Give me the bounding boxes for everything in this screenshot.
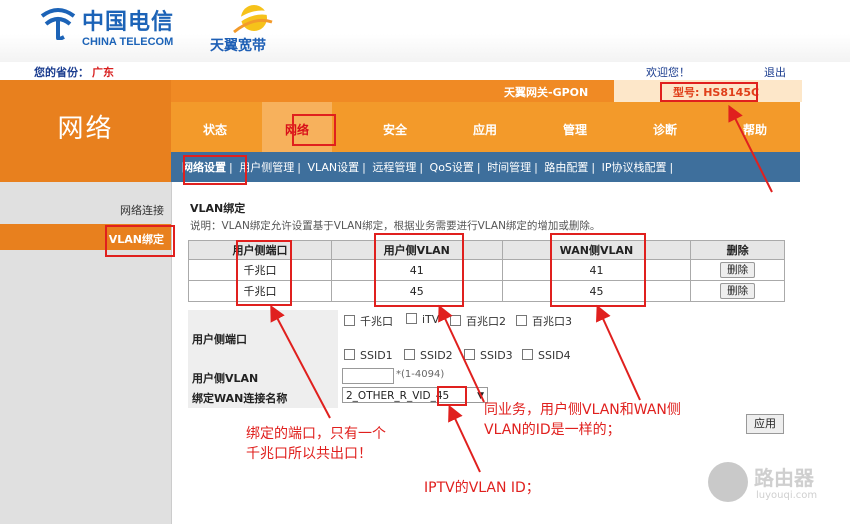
cell-delete: 删除 bbox=[690, 280, 785, 302]
checkbox-box[interactable] bbox=[404, 349, 415, 360]
nav-security[interactable]: 安全 bbox=[360, 102, 430, 152]
delete-button[interactable]: 删除 bbox=[720, 262, 756, 278]
nav-management[interactable]: 管理 bbox=[540, 102, 610, 152]
page-description: 说明：VLAN绑定允许设置基于VLAN绑定，根据业务需要进行VLAN绑定的增加或… bbox=[190, 220, 601, 232]
logo-chinese-text: 中国电信 bbox=[82, 10, 175, 35]
checkbox-box[interactable] bbox=[344, 315, 355, 326]
logo-english-text: CHINA TELECOM bbox=[82, 36, 174, 48]
header-delete: 删除 bbox=[690, 240, 785, 260]
gateway-name: 天翼网关-GPON bbox=[504, 86, 589, 99]
sub-nav: 网络设置 | 用户侧管理 | VLAN设置 | 远程管理 | QoS设置 | 时间管理 | … bbox=[182, 161, 674, 174]
annotation-box-user-vlan-column bbox=[374, 233, 464, 307]
subnav-qos[interactable]: QoS设置 bbox=[430, 161, 474, 174]
watermark-text: 路由器 bbox=[754, 466, 814, 490]
logout-link[interactable]: 退出 bbox=[764, 64, 786, 80]
checkbox-ssid3[interactable]: SSID3 bbox=[464, 349, 513, 362]
annotation-box-nav-network bbox=[292, 114, 336, 146]
annotation-vlan-note-2: VLAN的ID是一样的； bbox=[484, 422, 621, 438]
checkbox-fe2[interactable]: 百兆口2 bbox=[450, 313, 506, 329]
nav-status[interactable]: 状态 bbox=[180, 102, 250, 152]
left-menu-network-connection[interactable]: 网络连接 bbox=[0, 202, 164, 218]
tianyi-brand-text: 天翼宽带 bbox=[210, 38, 266, 54]
wan-connection-label: 绑定WAN连接名称 bbox=[192, 392, 288, 405]
annotation-port-note-2: 千兆口所以共出口！ bbox=[246, 446, 372, 462]
province-label: 您的省份： bbox=[34, 66, 89, 79]
subnav-route[interactable]: 路由配置 bbox=[544, 161, 588, 174]
subnav-remote[interactable]: 远程管理 bbox=[372, 161, 416, 174]
user-vlan-label: 用户侧VLAN bbox=[192, 372, 259, 385]
checkbox-box[interactable] bbox=[406, 313, 417, 324]
checkbox-box[interactable] bbox=[450, 315, 461, 326]
delete-button[interactable]: 删除 bbox=[720, 283, 756, 299]
annotation-port-note-1: 绑定的端口，只有一个 bbox=[246, 426, 386, 442]
checkbox-ssid4[interactable]: SSID4 bbox=[522, 349, 571, 362]
checkbox-fe3[interactable]: 百兆口3 bbox=[516, 313, 572, 329]
annotation-box-port-column bbox=[236, 240, 292, 306]
annotation-box-network-settings bbox=[183, 155, 247, 185]
user-port-label: 用户侧端口 bbox=[192, 333, 247, 346]
subnav-vlan-settings[interactable]: VLAN设置 bbox=[307, 161, 359, 174]
china-telecom-logo-icon bbox=[40, 8, 76, 40]
checkbox-itv[interactable]: iTV bbox=[406, 313, 439, 326]
checkbox-box[interactable] bbox=[464, 349, 475, 360]
checkbox-box[interactable] bbox=[522, 349, 533, 360]
user-vlan-input[interactable] bbox=[342, 368, 394, 384]
nav-diagnostics[interactable]: 诊断 bbox=[630, 102, 700, 152]
nav-help[interactable]: 帮助 bbox=[720, 102, 790, 152]
welcome-text: 欢迎您！ bbox=[646, 66, 690, 79]
tianyi-logo-icon bbox=[230, 5, 273, 34]
annotation-iptv-note: IPTV的VLAN ID； bbox=[424, 480, 540, 496]
checkbox-box[interactable] bbox=[516, 315, 527, 326]
section-title: 网络 bbox=[57, 114, 114, 144]
checkbox-ssid1[interactable]: SSID1 bbox=[344, 349, 393, 362]
nav-apps[interactable]: 应用 bbox=[450, 102, 520, 152]
annotation-box-wan-vlan-column bbox=[550, 233, 646, 307]
watermark-logo-icon bbox=[708, 462, 748, 502]
checkbox-ssid2[interactable]: SSID2 bbox=[404, 349, 453, 362]
annotation-vlan-note-1: 同业务，用户侧VLAN和WAN侧 bbox=[484, 402, 681, 418]
annotation-box-vid bbox=[437, 386, 467, 406]
cell-delete: 删除 bbox=[690, 259, 785, 281]
annotation-box-model bbox=[660, 82, 758, 102]
checkbox-box[interactable] bbox=[344, 349, 355, 360]
subnav-user-side[interactable]: 用户侧管理 bbox=[239, 161, 294, 174]
checkbox-gigabit[interactable]: 千兆口 bbox=[344, 313, 393, 329]
chevron-down-icon: ▼ bbox=[477, 391, 484, 401]
subnav-time[interactable]: 时间管理 bbox=[487, 161, 531, 174]
province-value: 广东 bbox=[92, 66, 114, 79]
page-title: VLAN绑定 bbox=[190, 202, 246, 215]
province-bar bbox=[0, 62, 850, 80]
subnav-ip-stack[interactable]: IP协议栈配置 bbox=[602, 161, 667, 174]
apply-button[interactable]: 应用 bbox=[746, 414, 784, 434]
watermark-url: luyouqi.com bbox=[756, 490, 818, 501]
user-vlan-hint: *(1-4094) bbox=[396, 369, 445, 380]
annotation-box-vlan-binding bbox=[105, 225, 175, 257]
